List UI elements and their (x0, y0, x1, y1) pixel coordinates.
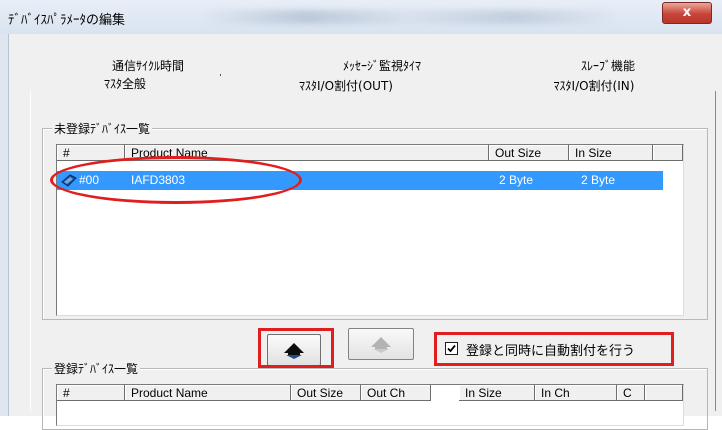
col-header-in-size[interactable]: In Size (459, 385, 535, 401)
window-frame-left (0, 34, 9, 416)
register-button-highlight (258, 328, 334, 368)
tab-message-monitor-timer[interactable]: ﾒｯｾｰｼﾞ監視ﾀｲﾏ (262, 56, 503, 76)
checkmark-icon (447, 344, 456, 353)
unregister-button[interactable] (348, 328, 414, 360)
row-out-size: 2 Byte (499, 173, 534, 187)
row-in-size: 2 Byte (581, 173, 616, 187)
tab-comm-cycle-time[interactable]: 通信ｻｲｸﾙ時間 (34, 56, 263, 76)
col-header-in-ch[interactable]: In Ch (535, 385, 617, 401)
col-header-out-size[interactable]: Out Size (291, 385, 361, 401)
registered-device-list[interactable]: # Product Name Out Size Out Ch In Size I… (56, 384, 684, 426)
col-header-c[interactable]: C (617, 385, 645, 401)
close-button[interactable]: x (662, 2, 712, 24)
window-title: ﾃﾞﾊﾞｲｽﾊﾟﾗﾒｰﾀの編集 (8, 13, 126, 28)
col-header-spacer (645, 385, 683, 401)
col-header-out-ch[interactable]: Out Ch (361, 385, 431, 401)
highlight-ellipse (50, 156, 302, 204)
title-bar: ﾃﾞﾊﾞｲｽﾊﾟﾗﾒｰﾀの編集 x (0, 0, 722, 35)
col-header-num[interactable]: # (57, 385, 125, 401)
unregistered-group-label: 未登録ﾃﾞﾊﾞｲｽ一覧 (52, 120, 153, 137)
col-header-out-size[interactable]: Out Size (489, 145, 569, 161)
col-header-product-name[interactable]: Product Name (125, 385, 291, 401)
arrow-up-icon (371, 337, 391, 353)
auto-assign-label[interactable]: 登録と同時に自動割付を行う (466, 340, 635, 359)
auto-assign-checkbox[interactable] (445, 342, 458, 355)
tab-slave-function[interactable]: ｽﾚｰﾌﾞ機能 (502, 56, 714, 76)
col-header-spacer (653, 145, 683, 161)
registered-group-label: 登録ﾃﾞﾊﾞｲｽ一覧 (52, 360, 141, 377)
blurred-title-area (200, 10, 620, 24)
col-header-in-size[interactable]: In Size (569, 145, 653, 161)
